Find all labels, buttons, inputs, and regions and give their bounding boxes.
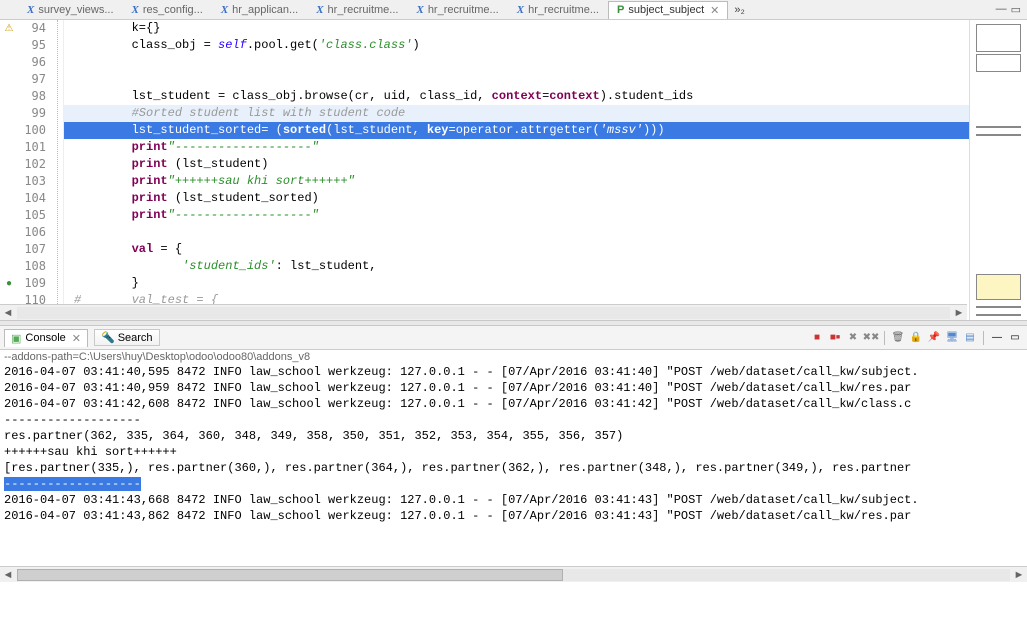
- console-view: --addons-path=C:\Users\huy\Desktop\odoo\…: [0, 350, 1027, 566]
- tab-label: hr_recruitme...: [528, 4, 599, 16]
- tab-label: survey_views...: [38, 4, 113, 16]
- close-icon[interactable]: ✕: [710, 4, 719, 17]
- console-icon: ▣: [11, 332, 21, 345]
- tab-hr-recruitme-3[interactable]: Xhr_recruitme...: [508, 1, 608, 18]
- tab-label: Console: [25, 332, 65, 344]
- tab-hr-recruitme-2[interactable]: Xhr_recruitme...: [407, 1, 507, 18]
- overview-scroll-thumb[interactable]: [976, 274, 1021, 300]
- overview-mark: [976, 134, 1021, 136]
- scrollbar-track[interactable]: [17, 569, 1010, 581]
- overview-mark: [976, 314, 1021, 316]
- search-view-button[interactable]: 🔦 Search: [94, 329, 160, 346]
- console-output[interactable]: 2016-04-07 03:41:40,595 8472 INFO law_sc…: [0, 364, 1027, 524]
- tab-res-config[interactable]: Xres_config...: [123, 1, 212, 18]
- marker-gutter: ⚠●: [0, 20, 18, 320]
- remove-all-terminated-button[interactable]: ✖✖: [863, 330, 879, 346]
- button-label: Search: [118, 332, 153, 344]
- minimize-icon[interactable]: —: [996, 3, 1007, 16]
- tab-label: res_config...: [143, 4, 203, 16]
- code-editor[interactable]: k={} class_obj = self.pool.get('class.cl…: [64, 20, 969, 320]
- remove-terminated-button[interactable]: ✖: [845, 330, 861, 346]
- editor-pane: ⚠● 9495969798991001011021031041051061071…: [0, 20, 1027, 320]
- display-selected-console-button[interactable]: 🖥: [944, 330, 960, 346]
- maximize-icon[interactable]: ▭: [1011, 3, 1021, 16]
- scroll-left-icon[interactable]: ◄: [0, 307, 16, 319]
- tab-label: hr_recruitme...: [428, 4, 499, 16]
- open-console-button[interactable]: ▤: [962, 330, 978, 346]
- flashlight-icon: 🔦: [101, 331, 115, 344]
- tab-survey-views[interactable]: Xsurvey_views...: [18, 1, 123, 18]
- overview-segment: [976, 54, 1021, 72]
- overview-mark: [976, 306, 1021, 308]
- overview-mark: [976, 126, 1021, 128]
- fold-gutter: [52, 20, 64, 320]
- scrollbar-track[interactable]: [17, 307, 950, 319]
- tabs-overflow-button[interactable]: »₂: [734, 4, 744, 16]
- xml-file-icon: X: [517, 4, 524, 16]
- scroll-right-icon[interactable]: ►: [951, 307, 967, 319]
- tab-subject-subject[interactable]: Psubject_subject ✕: [608, 1, 728, 19]
- overview-segment: [976, 24, 1021, 52]
- xml-file-icon: X: [221, 4, 228, 16]
- editor-horizontal-scrollbar[interactable]: ◄ ►: [0, 304, 967, 320]
- tab-label: subject_subject: [628, 4, 704, 16]
- scroll-left-icon[interactable]: ◄: [0, 569, 16, 581]
- python-file-icon: P: [617, 4, 624, 16]
- line-number-gutter: 9495969798991001011021031041051061071081…: [18, 20, 52, 320]
- tab-label: hr_recruitme...: [328, 4, 399, 16]
- terminate-button[interactable]: ■: [809, 330, 825, 346]
- clear-console-button[interactable]: 🗑: [890, 330, 906, 346]
- maximize-view-icon[interactable]: ▭: [1007, 330, 1023, 346]
- xml-file-icon: X: [27, 4, 34, 16]
- scroll-lock-button[interactable]: 🔒: [908, 330, 924, 346]
- tab-hr-recruitme-1[interactable]: Xhr_recruitme...: [307, 1, 407, 18]
- minimize-view-icon[interactable]: —: [989, 330, 1005, 346]
- close-icon[interactable]: ✕: [72, 332, 81, 345]
- editor-tabs: Xsurvey_views... Xres_config... Xhr_appl…: [0, 0, 1027, 20]
- xml-file-icon: X: [132, 4, 139, 16]
- xml-file-icon: X: [416, 4, 423, 16]
- tab-hr-applicant[interactable]: Xhr_applican...: [212, 1, 307, 18]
- bottom-views-tabs: ▣ Console ✕ 🔦 Search ■ ■■ ✖ ✖✖ 🗑 🔒 📌 🖥 ▤…: [0, 326, 1027, 350]
- tab-label: hr_applican...: [232, 4, 298, 16]
- terminate-all-button[interactable]: ■■: [827, 330, 843, 346]
- scrollbar-thumb[interactable]: [17, 569, 563, 581]
- tab-controls: — ▭: [996, 3, 1027, 16]
- console-toolbar: ■ ■■ ✖ ✖✖ 🗑 🔒 📌 🖥 ▤ — ▭: [809, 330, 1023, 346]
- pin-console-button[interactable]: 📌: [926, 330, 942, 346]
- xml-file-icon: X: [316, 4, 323, 16]
- scroll-right-icon[interactable]: ►: [1011, 569, 1027, 581]
- overview-ruler[interactable]: [969, 20, 1027, 320]
- console-process-header: --addons-path=C:\Users\huy\Desktop\odoo\…: [0, 350, 1027, 364]
- console-tab[interactable]: ▣ Console ✕: [4, 329, 88, 347]
- console-horizontal-scrollbar[interactable]: ◄ ►: [0, 566, 1027, 582]
